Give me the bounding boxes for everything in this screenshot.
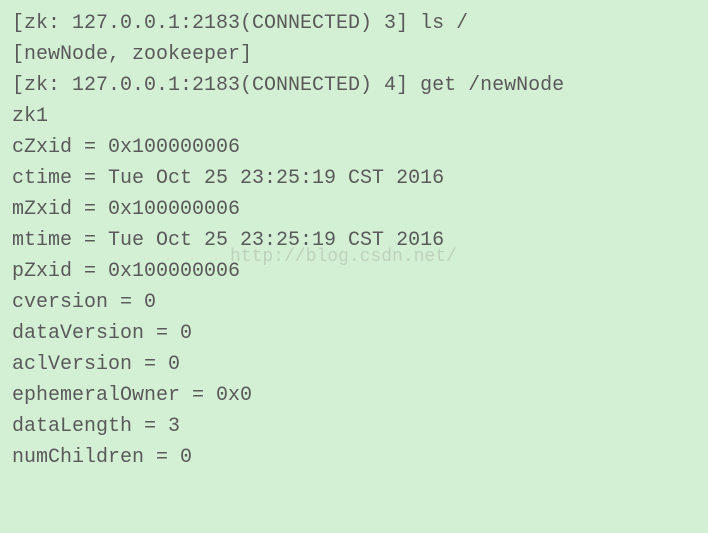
dataversion-line: dataVersion = 0 [12,318,696,349]
aclversion-line: aclVersion = 0 [12,349,696,380]
pzxid-line: pZxid = 0x100000006 [12,256,696,287]
command-line-get: [zk: 127.0.0.1:2183(CONNECTED) 4] get /n… [12,70,696,101]
node-data-value: zk1 [12,101,696,132]
czxid-line: cZxid = 0x100000006 [12,132,696,163]
cversion-line: cversion = 0 [12,287,696,318]
datalength-line: dataLength = 3 [12,411,696,442]
mzxid-line: mZxid = 0x100000006 [12,194,696,225]
numchildren-line: numChildren = 0 [12,442,696,473]
ctime-line: ctime = Tue Oct 25 23:25:19 CST 2016 [12,163,696,194]
mtime-line: mtime = Tue Oct 25 23:25:19 CST 2016 [12,225,696,256]
ephemeralowner-line: ephemeralOwner = 0x0 [12,380,696,411]
ls-output: [newNode, zookeeper] [12,39,696,70]
command-line-ls: [zk: 127.0.0.1:2183(CONNECTED) 3] ls / [12,8,696,39]
terminal-output: [zk: 127.0.0.1:2183(CONNECTED) 3] ls / [… [12,8,696,473]
